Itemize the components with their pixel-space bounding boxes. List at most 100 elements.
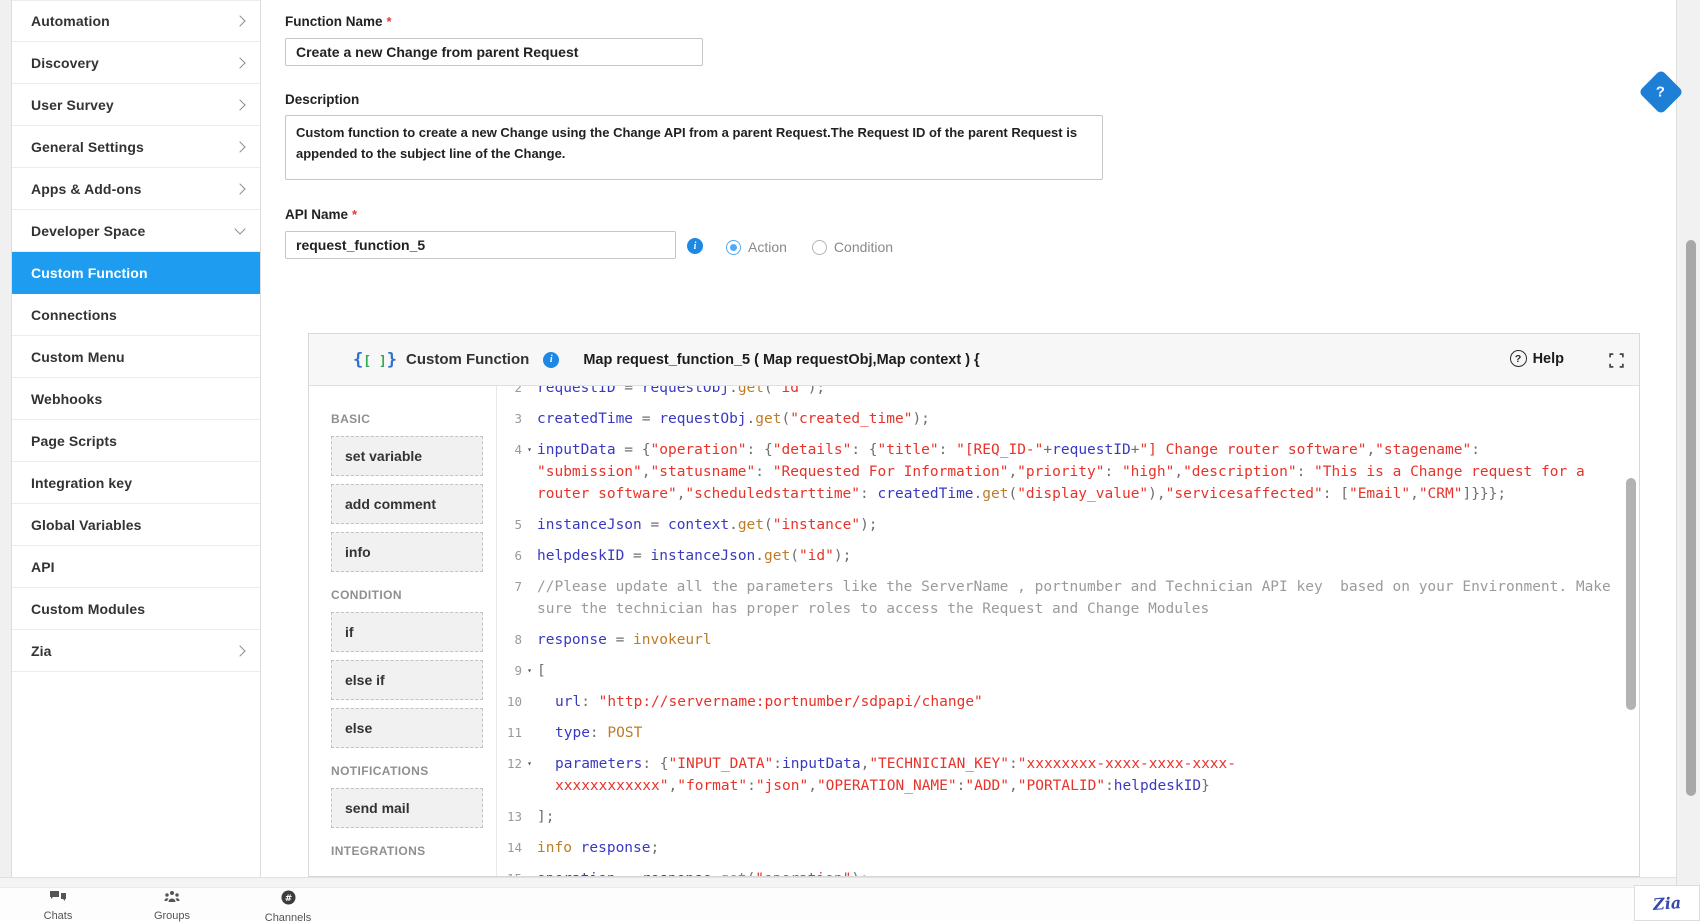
sidebar-item-general-settings[interactable]: General Settings <box>12 126 260 168</box>
line-number: 5 <box>497 514 537 536</box>
line-number: 11 <box>497 722 537 744</box>
code-text: [ <box>537 660 1639 682</box>
sidebar-item-custom-menu[interactable]: Custom Menu <box>12 336 260 378</box>
description-label: Description <box>285 92 359 107</box>
code-line-9[interactable]: 9▾[ <box>497 660 1639 682</box>
sidebar-item-page-scripts[interactable]: Page Scripts <box>12 420 260 462</box>
palette-block-info[interactable]: info <box>331 532 483 572</box>
sidebar-item-connections[interactable]: Connections <box>12 294 260 336</box>
palette-section-notifications: NOTIFICATIONS <box>331 764 496 778</box>
sidebar-item-custom-modules[interactable]: Custom Modules <box>12 588 260 630</box>
code-line-14[interactable]: 14info response; <box>497 837 1639 859</box>
radio-condition[interactable] <box>812 240 827 255</box>
sidebar-item-developer-space[interactable]: Developer Space <box>12 210 260 252</box>
line-number: 13 <box>497 806 537 828</box>
code-text: ]; <box>537 806 1639 828</box>
api-name-input[interactable] <box>285 231 676 259</box>
code-text: instanceJson = context.get("instance"); <box>537 514 1639 536</box>
sidebar-item-label: Custom Menu <box>31 349 244 365</box>
bottombar-groups-button[interactable]: Groups <box>132 890 212 922</box>
function-type-radios: Action Condition <box>726 239 911 255</box>
palette-section-basic: BASIC <box>331 412 496 426</box>
sidebar-item-custom-function[interactable]: Custom Function <box>12 252 260 294</box>
left-gutter <box>0 0 12 877</box>
code-text: parameters: {"INPUT_DATA":inputData,"TEC… <box>537 753 1639 797</box>
page-scrollbar-thumb[interactable] <box>1686 240 1696 796</box>
sidebar-item-global-variables[interactable]: Global Variables <box>12 504 260 546</box>
code-line-4[interactable]: 4▾inputData = {"operation": {"details": … <box>497 439 1639 505</box>
chevron-down-icon <box>234 223 245 234</box>
fold-caret-icon[interactable]: ▾ <box>522 753 532 775</box>
code-text: type: POST <box>537 722 1639 744</box>
code-text: operation = response.get("operation"); <box>537 868 1639 876</box>
line-number: 8 <box>497 629 537 651</box>
code-line-8[interactable]: 8response = invokeurl <box>497 629 1639 651</box>
fullscreen-expand-icon[interactable] <box>1608 352 1625 374</box>
help-button[interactable]: ? Help <box>1510 350 1564 367</box>
zia-assistant-button[interactable]: Zia <box>1634 885 1700 921</box>
code-line-10[interactable]: 10url: "http://servername:portnumber/sdp… <box>497 691 1639 713</box>
sidebar-item-integration-key[interactable]: Integration key <box>12 462 260 504</box>
sidebar-item-discovery[interactable]: Discovery <box>12 42 260 84</box>
api-name-info-icon[interactable]: i <box>687 238 703 254</box>
code-line-6[interactable]: 6helpdeskID = instanceJson.get("id"); <box>497 545 1639 567</box>
chevron-right-icon <box>234 99 245 110</box>
code-line-3[interactable]: 3createdTime = requestObj.get("created_t… <box>497 408 1639 430</box>
sidebar-item-apps-add-ons[interactable]: Apps & Add-ons <box>12 168 260 210</box>
sidebar-item-label: Integration key <box>31 475 244 491</box>
sidebar-item-webhooks[interactable]: Webhooks <box>12 378 260 420</box>
channels-icon: # <box>281 890 296 910</box>
code-line-2[interactable]: 2requestID = requestObj.get("id"); <box>497 386 1639 399</box>
sidebar-item-label: API <box>31 559 244 575</box>
code-text: info response; <box>537 837 1639 859</box>
sidebar-item-label: Webhooks <box>31 391 244 407</box>
sidebar-item-automation[interactable]: Automation <box>12 0 260 42</box>
chevron-right-icon <box>234 15 245 26</box>
required-asterisk: * <box>387 14 392 29</box>
custom-function-icon: {[ ]} <box>353 350 397 370</box>
editor-scrollbar-thumb[interactable] <box>1626 478 1636 710</box>
sidebar-item-label: Zia <box>31 643 236 659</box>
chat-bottom-bar: Chats Groups #Channels <box>0 888 1676 921</box>
line-number: 7 <box>497 576 537 620</box>
bottombar-channels-button[interactable]: #Channels <box>248 890 328 924</box>
chats-icon <box>49 890 67 908</box>
sidebar-item-label: Custom Function <box>31 265 244 281</box>
palette-block-else-if[interactable]: else if <box>331 660 483 700</box>
sidebar-item-label: Apps & Add-ons <box>31 181 236 197</box>
radio-action[interactable] <box>726 240 741 255</box>
sidebar-item-user-survey[interactable]: User Survey <box>12 84 260 126</box>
sidebar-item-zia[interactable]: Zia <box>12 630 260 672</box>
chevron-right-icon <box>234 141 245 152</box>
code-text: helpdeskID = instanceJson.get("id"); <box>537 545 1639 567</box>
function-name-input[interactable] <box>285 38 703 66</box>
editor-info-icon[interactable]: i <box>543 352 559 368</box>
line-number: 10 <box>497 691 537 713</box>
code-line-13[interactable]: 13]; <box>497 806 1639 828</box>
code-line-11[interactable]: 11type: POST <box>497 722 1639 744</box>
sidebar-item-api[interactable]: API <box>12 546 260 588</box>
sidebar-item-label: Automation <box>31 13 236 29</box>
code-line-12[interactable]: 12▾parameters: {"INPUT_DATA":inputData,"… <box>497 753 1639 797</box>
bottombar-chats-button[interactable]: Chats <box>18 890 98 922</box>
palette-block-add-comment[interactable]: add comment <box>331 484 483 524</box>
line-number: 15 <box>497 868 537 876</box>
line-number: 2 <box>497 386 537 399</box>
palette-block-set-variable[interactable]: set variable <box>331 436 483 476</box>
line-number: 4▾ <box>497 439 537 505</box>
code-line-7[interactable]: 7//Please update all the parameters like… <box>497 576 1639 620</box>
palette-block-send-mail[interactable]: send mail <box>331 788 483 828</box>
description-textarea[interactable]: Custom function to create a new Change u… <box>285 115 1103 180</box>
fold-caret-icon[interactable]: ▾ <box>522 439 532 461</box>
code-editor[interactable]: 2requestID = requestObj.get("id"); 3creat… <box>497 386 1639 876</box>
radio-label-action: Action <box>748 239 787 255</box>
code-line-5[interactable]: 5instanceJson = context.get("instance"); <box>497 514 1639 536</box>
palette-block-if[interactable]: if <box>331 612 483 652</box>
sidebar-item-label: Discovery <box>31 55 236 71</box>
horizontal-scrollbar-track[interactable] <box>0 877 1676 888</box>
code-line-15[interactable]: 15operation = response.get("operation"); <box>497 868 1639 876</box>
fold-caret-icon[interactable]: ▾ <box>522 660 532 682</box>
radio-label-condition: Condition <box>834 239 893 255</box>
palette-block-else[interactable]: else <box>331 708 483 748</box>
sidebar-item-label: Custom Modules <box>31 601 244 617</box>
